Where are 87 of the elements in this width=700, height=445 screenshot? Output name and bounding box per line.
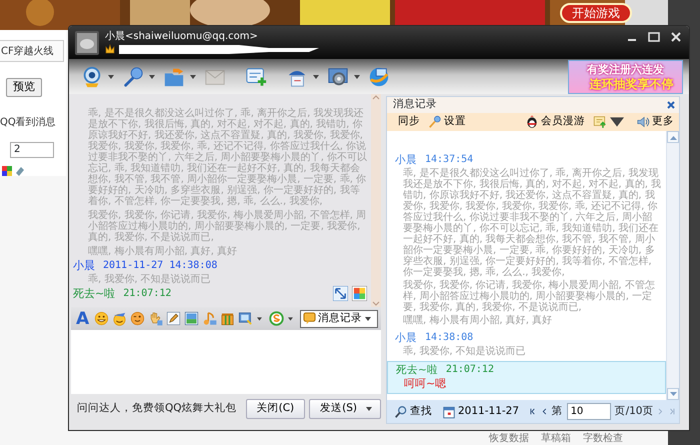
close-icon[interactable] [667,101,675,109]
export-icon [593,115,607,129]
message-time: 21:07:12 [446,363,494,377]
message-time: 2011-11-27 14:38:08 [103,259,218,273]
speech-icon [303,312,316,325]
caret-icon[interactable] [610,115,624,129]
caret-icon[interactable] [149,74,155,78]
first-page-icon[interactable] [530,406,537,417]
message-history-button[interactable]: 消息记录 [300,310,378,328]
message-text: 嘿嘿, 梅小晨有周小韶, 真好, 真好 [87,246,238,257]
caret-icon[interactable] [366,407,372,411]
sender-name: 小晨 [395,331,417,345]
message-text: 呵呵~嗯 [403,378,448,389]
breadcrumb-tab[interactable]: CF穿越火线 [0,40,64,62]
pencil-icon[interactable] [166,311,182,326]
footer-link[interactable]: 字数检查 [583,432,623,445]
wink-smiley-icon[interactable] [130,311,146,326]
footer-link[interactable]: 恢复数据 [489,432,529,445]
page-count: 页/10页 [614,404,654,419]
penguin-icon [525,115,539,129]
ad-headline: 有奖注册六连发 [587,62,664,76]
toolbar-button[interactable]: 设置 [425,114,469,130]
message-input[interactable] [71,330,381,394]
resize-icon[interactable] [333,286,348,301]
palette-icon[interactable] [352,286,367,301]
message-time: 14:38:08 [425,331,474,345]
scroll-up-icon[interactable] [670,134,676,140]
size-select[interactable]: 2 [10,142,54,158]
maximize-icon[interactable] [645,31,663,43]
font-button[interactable]: A [74,310,92,328]
preview-button[interactable]: 预览 [6,78,42,97]
page-label: 第 [552,404,563,419]
page-field[interactable]: 10 [566,403,611,420]
scrollbar[interactable] [666,131,679,400]
smiley-icon[interactable] [94,311,110,326]
message-time: 14:37:54 [425,153,474,167]
window-title: 小晨<shaiweiluomu@qq.com> [105,31,259,43]
toolbar-button[interactable]: 更多 [633,114,677,130]
screenshot-icon[interactable] [238,311,254,326]
date-button[interactable]: 2011-11-27 [439,404,522,420]
message-text: 乖, 是不是很久都没这么叫过你了, 乖, 离开你之后, 我发现我还是放不下你, 我很后悔, 真的, 对不起, 对不起, 真的, 我错叻, 你原谅我好不好, 我还爱你, 这点不容置疑, 真的, 我爱你, 我爱你, 我爱你, 我爱你, 我爱你, 乖, 还记不记得, 你答应过我什么, 你说过要非我不娶的丫, 六年之后, 周小韶要娶梅小晨的丫, 你不可以忘记, 乖, 我知道错叻, 我们还在一起好不好, 真的, 我每天都会想你, 我不管, 我不管, 周小韶你一定要娶梅小晨, 一定要, 乖, 你要好好的, 天冷叻, 多穿些衣服, 别逞强, 你一定要好好的, 我等着你, 不管怎样, 你一定要娶我, 摁, 乖, 么么., 我爱你, [402,168,662,278]
ad-slogan: 连环抽奖享不停 [588,76,674,90]
sender-name: 小晨 [73,259,95,273]
sender-name: 死去~啦 [73,287,116,301]
crown-icon [105,44,115,54]
start-game-button[interactable]: 开始游戏 [560,3,632,23]
calendar-icon [442,404,456,418]
footer-link[interactable]: 草稿箱 [541,432,571,445]
swirl-icon[interactable] [269,311,284,326]
settings-icon[interactable] [327,66,349,88]
caret-icon[interactable] [313,74,319,78]
party-smiley-icon[interactable] [112,311,128,326]
previous-page-icon[interactable] [540,406,548,417]
message-text: 乖, 我爱你, 不知是说说而已 [402,346,527,357]
message-text: 我爱你, 我爱你, 你记请, 我爱你, 梅小晨爱周小韶, 不管怎样, 周小韶答应过梅小晨叻的, 周小韶要娶梅小晨的, 一定要, 我爱你, 真的, 我爱你, 不是说说而已, [402,280,656,313]
sender-name: 死去~啦 [396,363,438,377]
caret-icon[interactable] [354,74,360,78]
globe-icon[interactable] [368,66,390,88]
note-add-icon[interactable] [245,66,267,88]
speaker-icon [636,115,650,129]
sender-name: 小晨 [395,153,417,167]
dialog-button[interactable]: 发送(S) [309,399,381,419]
caret-icon[interactable] [365,316,371,320]
scroll-down-icon[interactable] [670,392,676,396]
notice-text: QQ看到消息 [0,116,57,130]
dialog-button[interactable]: 关闭(C) [246,399,306,419]
color-grid-icon[interactable] [2,166,12,176]
search-icon [394,404,408,418]
eraser-icon[interactable] [15,166,25,176]
camera-icon[interactable] [81,66,103,88]
avatar-icon[interactable] [75,31,99,55]
message-text: 嘿嘿, 梅小晨有周小韶, 真好, 真好 [402,315,554,326]
search-button[interactable]: 查找 [391,404,435,420]
promo-link[interactable]: 问问达人，免费领QQ炫舞大礼包 [77,401,237,417]
caret-icon[interactable] [190,74,196,78]
message-time: 21:07:12 [123,287,172,301]
gift-icon[interactable] [220,311,236,326]
toolbar-button[interactable]: 会员漫游 [522,114,588,130]
message-text: 我爱你, 我爱你, 你记请, 我爱你, 梅小晨爱周小韶, 不管怎样, 周小韶答应过梅小晨叻的, 周小韶要娶梅小晨的, 一定要, 我爱你, 真的, 我爱你, 不是说说而已, [87,210,368,243]
image-icon[interactable] [184,311,200,326]
toolbar-button[interactable]: 同步 [395,114,423,130]
caret-icon[interactable] [288,316,293,320]
caret-icon[interactable] [108,74,114,78]
message-text: 乖, 是不是很久都没这么叫过你了, 乖, 离开你之后, 我发现我还是放不下你, 我很后悔, 真的, 对不起, 对不起, 真的, 我错叻, 你原谅我好不好, 我还爱你, 这点不容置疑, 真的, 我爱你, 我爱你, 我爱你, 我爱你, 我爱你, 乖, 还记不记得, 你答应过我什么, 你说过要非我不娶的丫, 六年之后, 周小韶要娶梅小晨的丫, 你不可以忘记, 乖, 我知道错叻, 我们还在一起好不好, 真的, 我每天都会想你, 我不管, 我不管, 周小韶你一定要娶梅小晨, 一定要, 乖, 你要好好的, 天冷叻, 多穿些衣服, 别逞强, 你一定要好好的, 我等着你, 不管怎样, 你一定要娶我, 摁, 乖, 么么., 我爱你, [87,108,368,207]
panel-title: 消息记录 [393,97,437,112]
message-text: 乖, 我爱你, 不知是说说而已 [87,274,212,285]
caret-icon[interactable] [257,316,262,320]
